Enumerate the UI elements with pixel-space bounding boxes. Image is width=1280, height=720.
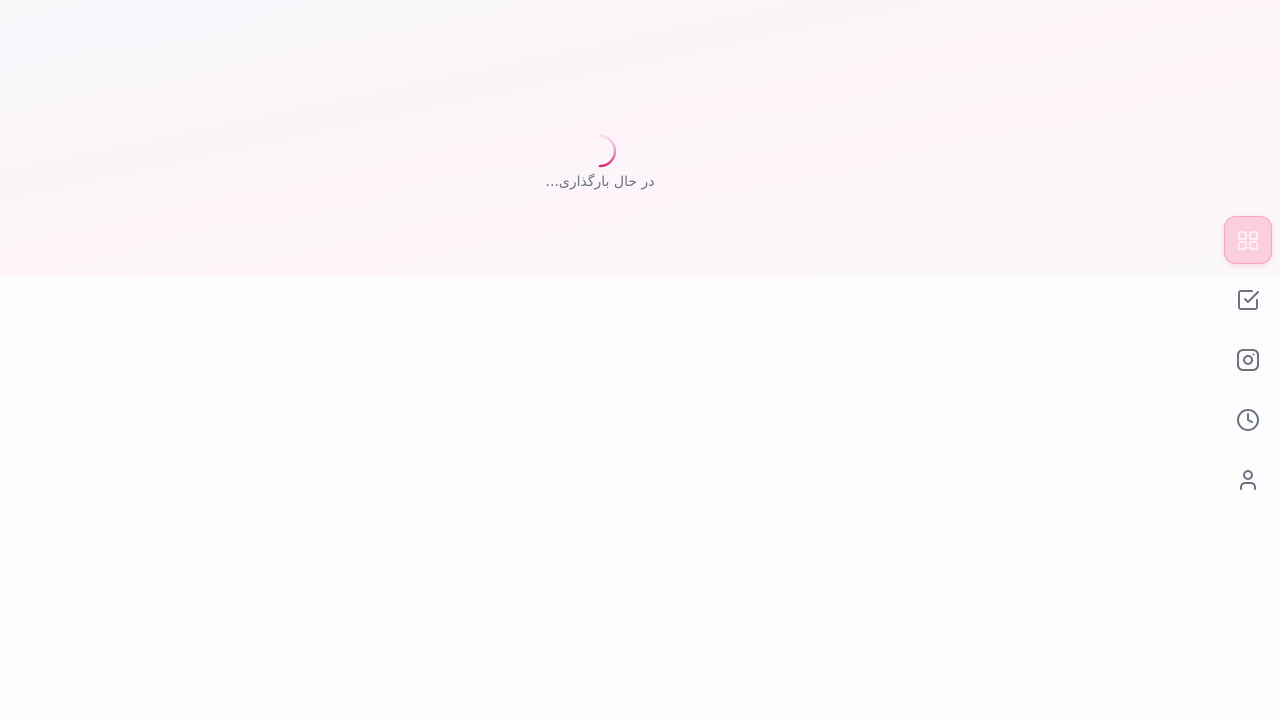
- nav-item-history[interactable]: [1224, 396, 1272, 444]
- instagram-icon: [1237, 349, 1259, 371]
- app-root: در حال بارگذاری...: [0, 0, 1280, 720]
- loading-spinner-icon: [598, 134, 617, 168]
- loading-indicator: در حال بارگذاری...: [500, 134, 700, 191]
- dashboard-grid-icon: [1238, 231, 1258, 250]
- nav-item-tasks[interactable]: [1224, 276, 1272, 324]
- loading-text: در حال بارگذاری...: [545, 174, 655, 190]
- user-profile-icon: [1240, 470, 1256, 490]
- nav-item-instagram[interactable]: [1224, 336, 1272, 384]
- side-navigation: [1224, 216, 1272, 504]
- nav-item-profile[interactable]: [1224, 456, 1272, 504]
- clock-history-icon: [1237, 409, 1259, 431]
- nav-item-dashboard[interactable]: [1224, 216, 1272, 264]
- checkbox-tasks-icon: [1238, 290, 1259, 310]
